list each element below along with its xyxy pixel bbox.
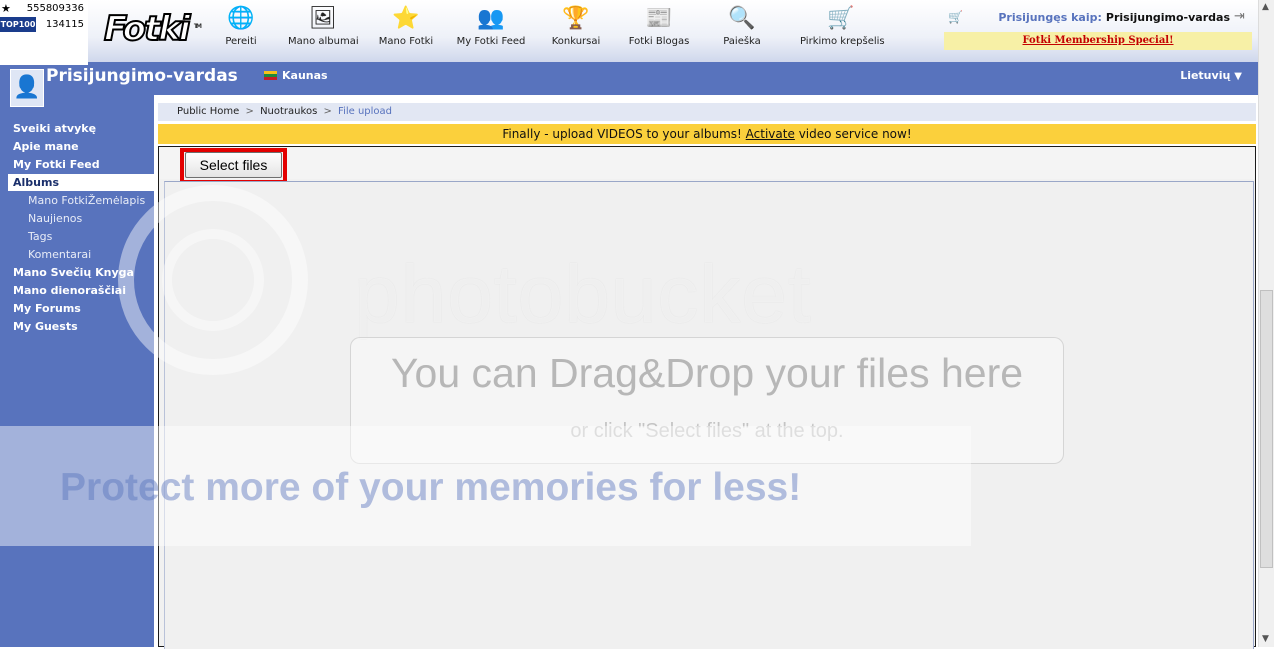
- nav-paieska[interactable]: 🔍 Paieška: [718, 6, 766, 47]
- breadcrumb-separator: >: [245, 106, 254, 117]
- watermark-band-text: Protect more of your memories for less!: [60, 466, 802, 509]
- logout-icon[interactable]: ⇥: [1234, 10, 1248, 24]
- star-icon: ⭐: [392, 6, 420, 31]
- profile-name[interactable]: Prisijungimo-vardas: [46, 65, 238, 87]
- language-label: Lietuvių: [1180, 69, 1231, 82]
- nav-konkursai-label: Konkursai: [551, 36, 601, 47]
- breadcrumb-current: File upload: [338, 106, 393, 117]
- nav-pereiti-label: Pereiti: [225, 36, 257, 47]
- watermark-brand: photobucket: [354, 249, 812, 340]
- sidebar: Sveiki atvykę Apie mane My Fotki Feed Al…: [0, 95, 154, 647]
- login-username[interactable]: Prisijungimo-vardas: [1106, 11, 1230, 24]
- scroll-up-icon[interactable]: ▲: [1262, 2, 1269, 12]
- sidebar-subitem-zemelapis[interactable]: Mano FotkiŽemėlapis: [28, 192, 154, 209]
- select-files-button[interactable]: Select files: [185, 152, 282, 178]
- nav-mano-albumai[interactable]: 🖼 Mano albumai: [288, 6, 359, 47]
- people-icon: 👥: [477, 6, 505, 31]
- cart-icon[interactable]: 🛒: [948, 10, 963, 24]
- breadcrumb: Public Home > Nuotraukos > File upload: [158, 103, 1256, 121]
- counter-total-value: 555809336: [26, 3, 84, 14]
- counter-top100-row[interactable]: TOP100 134115: [0, 17, 87, 32]
- top100-value: 134115: [45, 19, 84, 30]
- top100-badge: TOP100: [0, 17, 36, 32]
- avatar[interactable]: 👤: [10, 69, 44, 107]
- window-edge: [1274, 0, 1280, 647]
- nav-mano-fotki[interactable]: ⭐ Mano Fotki: [378, 6, 434, 47]
- counter-star-icon: ★: [1, 2, 11, 15]
- nav-my-fotki-feed[interactable]: 👥 My Fotki Feed: [456, 6, 526, 47]
- login-area: 🛒 Prisijungęs kaip: Prisijungimo-vardas ⇥…: [944, 8, 1254, 52]
- sidebar-item-apie-mane[interactable]: Apie mane: [8, 138, 154, 155]
- sidebar-item-my-fotki-feed[interactable]: My Fotki Feed: [8, 156, 154, 173]
- breadcrumb-separator: >: [323, 106, 332, 117]
- nav-pirkimo-krepselis[interactable]: 🛒 Pirkimo krepšelis: [800, 6, 885, 47]
- language-selector[interactable]: Lietuvių ▼: [1180, 65, 1242, 88]
- nav-paieska-label: Paieška: [723, 36, 761, 47]
- scroll-down-icon[interactable]: ▼: [1262, 634, 1269, 644]
- nav-pereiti[interactable]: 🌐 Pereiti: [216, 6, 266, 47]
- nav-mano-albumai-label: Mano albumai: [288, 36, 359, 47]
- profile-bar: 👤 Prisijungimo-vardas Kaunas Lietuvių ▼: [0, 65, 1258, 107]
- video-promo-banner: Finally - upload VIDEOS to your albums! …: [158, 124, 1256, 144]
- lithuania-flag-icon: [264, 71, 277, 80]
- globe-icon: 🌐: [227, 6, 255, 31]
- scrollbar-thumb[interactable]: [1260, 290, 1273, 568]
- top-navigation-bar: Fotki TM 🌐 Pereiti 🖼 Mano albumai ⭐ Mano…: [88, 0, 1258, 65]
- drag-drop-title: You can Drag&Drop your files here: [390, 350, 1024, 396]
- page-scrollbar[interactable]: ▲ ▼: [1258, 0, 1275, 647]
- watermark-logo-inner-ring: [162, 229, 264, 331]
- podium-icon: 🏆: [562, 6, 590, 31]
- chevron-down-icon: ▼: [1234, 71, 1242, 82]
- shopping-cart-icon: 🛒: [827, 6, 855, 31]
- profile-city: Kaunas: [282, 69, 328, 82]
- sidebar-item-sveiki-atvyke[interactable]: Sveiki atvykę: [8, 120, 154, 137]
- nav-pirkimo-krepselis-label: Pirkimo krepšelis: [800, 36, 885, 47]
- nav-mano-fotki-label: Mano Fotki: [378, 36, 434, 47]
- membership-special-banner: Fotki Membership Special!: [944, 32, 1252, 50]
- nav-my-fotki-feed-label: My Fotki Feed: [456, 36, 526, 47]
- watermark-band: Protect more of your memories for less!: [0, 426, 971, 546]
- nav-fotki-blogas[interactable]: 📰 Fotki Blogas: [628, 6, 690, 47]
- albums-icon: 🖼: [309, 6, 337, 31]
- logo-text: Fotki: [103, 8, 191, 50]
- fotki-logo[interactable]: Fotki TM: [103, 6, 202, 52]
- blog-new-icon: 📰: [645, 6, 673, 31]
- video-banner-text: Finally - upload VIDEOS to your albums!: [502, 127, 742, 141]
- video-banner-text-end: video service now!: [798, 127, 912, 141]
- counter-total-row: ★ 555809336: [0, 1, 87, 16]
- nav-fotki-blogas-label: Fotki Blogas: [628, 36, 690, 47]
- login-status: Prisijungęs kaip: Prisijungimo-vardas: [998, 11, 1230, 24]
- nav-konkursai[interactable]: 🏆 Konkursai: [550, 6, 602, 47]
- login-label: Prisijungęs kaip:: [998, 11, 1102, 24]
- breadcrumb-home[interactable]: Public Home: [177, 106, 239, 117]
- logo-trademark: TM: [193, 23, 202, 30]
- hit-counter: ★ 555809336 TOP100 134115: [0, 0, 89, 34]
- magnifier-icon: 🔍: [728, 6, 756, 31]
- upload-toolbar: [159, 147, 1255, 179]
- sidebar-item-albums[interactable]: Albums: [8, 174, 154, 191]
- membership-special-link[interactable]: Fotki Membership Special!: [1023, 35, 1174, 46]
- breadcrumb-section[interactable]: Nuotraukos: [260, 106, 317, 117]
- activate-video-link[interactable]: Activate: [746, 127, 795, 141]
